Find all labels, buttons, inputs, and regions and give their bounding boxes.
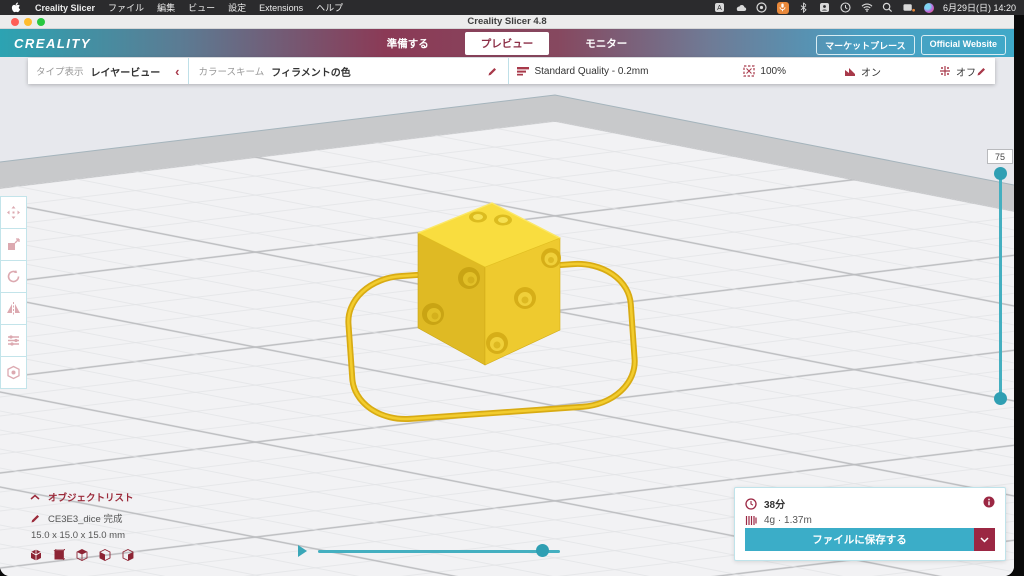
svg-text:A: A <box>718 5 723 12</box>
layer-slider-track[interactable] <box>999 172 1002 398</box>
app-header: CREALITY 準備する プレビュー モニター マーケットプレース Offic… <box>0 29 1014 58</box>
menu-edit[interactable]: 編集 <box>157 1 175 14</box>
play-icon[interactable] <box>298 545 307 557</box>
cloud-icon[interactable] <box>735 2 747 14</box>
menubar-datetime[interactable]: 6月29日(日) 14:20 <box>943 1 1016 14</box>
tab-monitor[interactable]: モニター <box>575 32 637 55</box>
layer-slider-lower-handle[interactable] <box>994 392 1007 405</box>
object-dimensions: 15.0 x 15.0 x 15.0 mm <box>31 530 125 541</box>
rename-pencil-icon <box>31 514 39 522</box>
layer-number-badge: 75 <box>987 149 1013 164</box>
menu-file[interactable]: ファイル <box>108 1 144 14</box>
save-to-file-button[interactable]: ファイルに保存する <box>745 528 974 551</box>
per-model-settings-tool-button[interactable] <box>0 325 27 357</box>
support-setting[interactable]: オン <box>844 64 881 79</box>
save-dropdown-button[interactable] <box>974 528 995 551</box>
color-scheme-section[interactable]: カラースキーム フィラメントの色 <box>187 58 509 84</box>
tab-prepare[interactable]: 準備する <box>377 32 439 55</box>
playback-track[interactable] <box>318 549 560 553</box>
print-settings-section[interactable]: Standard Quality - 0.2mm 100% オン オフ <box>508 58 995 84</box>
support-icon <box>845 67 855 76</box>
bluetooth-icon[interactable] <box>798 2 810 14</box>
view-type-label: タイプ表示 <box>36 67 84 78</box>
tab-preview[interactable]: プレビュー <box>464 32 550 55</box>
print-time-clock-icon <box>745 497 757 510</box>
adhesion-icon <box>940 66 950 76</box>
info-icon[interactable] <box>983 496 995 511</box>
layer-slider-upper-handle[interactable] <box>994 167 1007 180</box>
settings-toolbar: タイプ表示 レイヤービュー ‹ カラースキーム フィラメントの色 Standar… <box>28 58 995 84</box>
view-type-value[interactable]: レイヤービュー <box>91 64 161 79</box>
infill-icon <box>743 65 756 77</box>
marketplace-button[interactable]: マーケットプレース <box>816 35 915 55</box>
move-tool-button[interactable] <box>0 196 27 229</box>
chevron-up-icon <box>30 494 40 500</box>
chevron-left-icon[interactable]: ‹ <box>175 65 179 78</box>
adhesion-setting[interactable]: オフ <box>939 64 976 79</box>
headset-icon[interactable] <box>756 2 768 14</box>
view-top-icon[interactable] <box>76 549 88 561</box>
infill-setting[interactable]: 100% <box>743 65 786 77</box>
rotate-tool-button[interactable] <box>0 261 27 293</box>
search-icon[interactable] <box>882 2 894 14</box>
material-usage: 4g · 1.37m <box>764 515 812 526</box>
print-info-panel: 38分 4g · 1.37m ファイルに保存する <box>734 487 1006 561</box>
object-list-title: オブジェクトリスト <box>48 493 134 504</box>
siri-icon[interactable] <box>923 2 934 13</box>
screen: Creality Slicer ファイル 編集 ビュー 設定 Extension… <box>0 0 1024 576</box>
wifi-icon[interactable] <box>861 2 873 14</box>
view-right-icon[interactable] <box>122 549 134 561</box>
mirror-tool-button[interactable] <box>0 293 27 325</box>
menu-extensions[interactable]: Extensions <box>259 3 303 13</box>
print-profile[interactable]: Standard Quality - 0.2mm <box>517 66 648 77</box>
display-icon[interactable] <box>819 2 831 14</box>
save-button-group: ファイルに保存する <box>745 528 995 551</box>
menu-settings[interactable]: 設定 <box>228 1 246 14</box>
clock-icon[interactable] <box>840 2 852 14</box>
view-front-icon[interactable] <box>53 549 65 561</box>
edit-settings-pencil-icon[interactable] <box>976 66 987 77</box>
input-source-icon[interactable]: A <box>714 2 726 14</box>
object-list: オブジェクトリスト CE3E3_dice 完成 15.0 x 15.0 x 15… <box>30 490 134 561</box>
print-time: 38分 <box>764 500 786 511</box>
object-list-item[interactable]: CE3E3_dice 完成 <box>30 511 134 525</box>
model-tools <box>0 196 27 389</box>
view-3d-icon[interactable] <box>30 549 42 561</box>
view-left-icon[interactable] <box>99 549 111 561</box>
object-name: CE3E3_dice 完成 <box>48 514 123 525</box>
edit-pencil-icon[interactable] <box>487 66 498 77</box>
fast-user-switch-icon[interactable] <box>903 2 915 14</box>
scale-tool-button[interactable] <box>0 229 27 261</box>
menu-bar: Creality Slicer ファイル 編集 ビュー 設定 Extension… <box>0 0 1024 15</box>
color-scheme-label: カラースキーム <box>198 67 265 78</box>
filament-icon <box>745 516 757 525</box>
menu-help[interactable]: ヘルプ <box>316 1 343 14</box>
object-list-header[interactable]: オブジェクトリスト <box>30 490 134 504</box>
mic-icon[interactable] <box>776 1 789 14</box>
view-type-section[interactable]: タイプ表示 レイヤービュー ‹ <box>28 58 188 84</box>
view-orientation-buttons <box>30 549 134 561</box>
title-bar: Creality Slicer 4.8 <box>0 15 1014 29</box>
apple-icon[interactable] <box>10 2 22 14</box>
playback-handle[interactable] <box>536 544 549 557</box>
window-title: Creality Slicer 4.8 <box>467 16 547 27</box>
color-scheme-value[interactable]: フィラメントの色 <box>271 64 351 79</box>
support-blocker-tool-button[interactable] <box>0 357 27 389</box>
official-website-button[interactable]: Official Website <box>920 35 1006 55</box>
chevron-down-icon <box>980 536 989 543</box>
menu-view[interactable]: ビュー <box>188 1 215 14</box>
menubar-app-name[interactable]: Creality Slicer <box>35 3 95 13</box>
quality-icon <box>517 66 530 75</box>
app-window: Creality Slicer 4.8 CREALITY 準備する プレビュー … <box>0 15 1014 576</box>
